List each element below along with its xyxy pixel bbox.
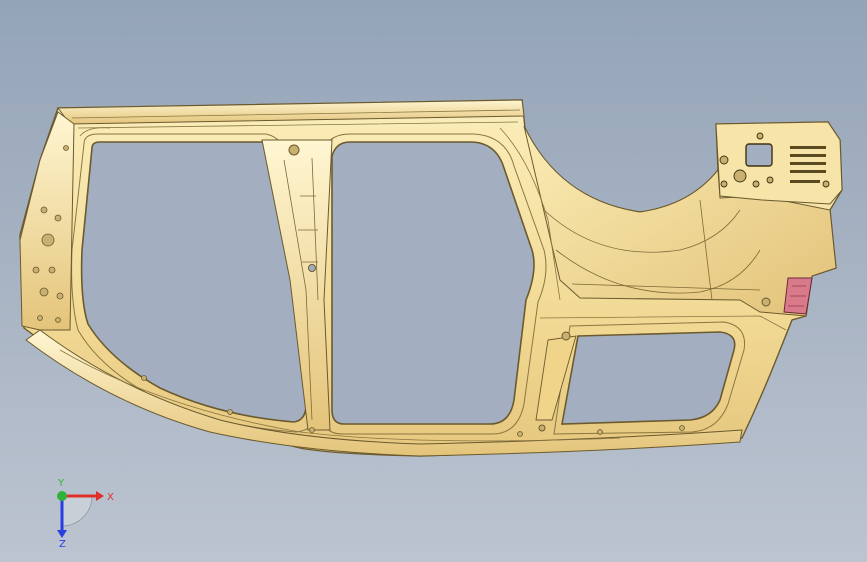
- y-axis-dot: [57, 491, 67, 501]
- bracket-window: [745, 143, 773, 167]
- cad-viewport[interactable]: X Y Z: [0, 0, 867, 562]
- x-axis-label: X: [107, 492, 114, 503]
- x-axis-arrow: [96, 491, 104, 501]
- z-axis-arrow: [57, 530, 67, 538]
- rear-hole-1: [561, 331, 571, 341]
- tail-hole: [761, 297, 771, 307]
- coordinate-triad[interactable]: X Y Z: [40, 478, 130, 548]
- b-pillar-hole: [288, 144, 300, 156]
- y-axis-label: Y: [57, 478, 65, 489]
- quarter-window-opening: [561, 331, 736, 425]
- rear-door-opening: [331, 141, 535, 425]
- triad-quadrant: [61, 495, 93, 527]
- a-pillar: [19, 111, 75, 331]
- b-pillar-slot: [308, 264, 316, 272]
- z-axis-label: Z: [59, 539, 66, 548]
- body-side-panel-model[interactable]: [0, 0, 867, 562]
- rear-hole-2: [538, 424, 546, 432]
